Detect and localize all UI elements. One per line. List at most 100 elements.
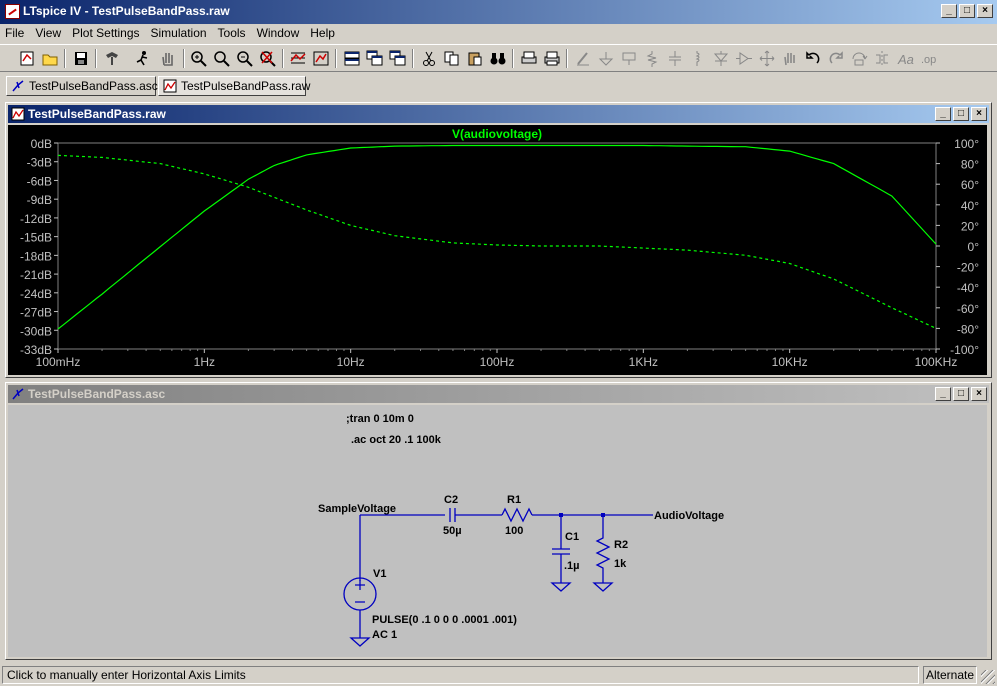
x-tick-label[interactable]: 10Hz (337, 355, 365, 369)
maximize-button[interactable]: □ (959, 4, 975, 18)
zoom-in-icon[interactable] (189, 49, 209, 68)
y-right-tick-label[interactable]: -80° (957, 322, 979, 336)
zoom-out-icon[interactable] (235, 49, 255, 68)
c1-symbol[interactable] (552, 515, 570, 583)
text-icon[interactable]: Aa (895, 49, 915, 68)
open-folder-icon[interactable] (40, 49, 60, 68)
x-tick-label[interactable]: 100Hz (480, 355, 515, 369)
wire-pencil-icon[interactable] (573, 49, 593, 68)
c1-value[interactable]: .1µ (564, 560, 580, 572)
y-left-tick-label[interactable]: 0dB (31, 137, 52, 151)
net-label-samplevoltage[interactable]: SampleVoltage (318, 503, 396, 515)
x-tick-label[interactable]: 10KHz (772, 355, 808, 369)
y-right-tick-label[interactable]: 80° (961, 158, 979, 172)
schematic-minimize-button[interactable]: _ (935, 387, 951, 401)
r2-ref[interactable]: R2 (614, 539, 628, 551)
ground-icon[interactable] (596, 49, 616, 68)
v1-value[interactable]: PULSE(0 .1 0 0 0 .0001 .001) (372, 614, 517, 626)
y-left-tick-label[interactable]: -18dB (20, 249, 52, 263)
undo-icon[interactable] (803, 49, 823, 68)
y-right-tick-label[interactable]: 0° (968, 240, 980, 254)
menu-file[interactable]: File (0, 24, 30, 42)
r1-value[interactable]: 100 (505, 525, 523, 537)
v1-ac[interactable]: AC 1 (372, 629, 397, 641)
drag-axis-icon[interactable] (311, 49, 331, 68)
menu-view[interactable]: View (30, 24, 67, 42)
menu-window[interactable]: Window (252, 24, 306, 42)
copy-icon[interactable] (442, 49, 462, 68)
label-net-icon[interactable] (619, 49, 639, 68)
tile-horizontal-icon[interactable] (342, 49, 362, 68)
cascade-icon[interactable] (365, 49, 385, 68)
y-right-tick-label[interactable]: -20° (957, 261, 979, 275)
y-right-tick-label[interactable]: 60° (961, 178, 979, 192)
r1-symbol[interactable] (501, 507, 533, 523)
x-tick-label[interactable]: 1KHz (629, 355, 658, 369)
y-right-tick-label[interactable]: -40° (957, 281, 979, 295)
halt-hand-icon[interactable] (158, 49, 178, 68)
resistor-icon[interactable] (642, 49, 662, 68)
zoom-fit-icon[interactable] (258, 49, 278, 68)
y-left-tick-label[interactable]: -21dB (20, 268, 52, 282)
schematic-window-titlebar[interactable]: TestPulseBandPass.asc _ □ × (8, 385, 989, 403)
cut-scissors-icon[interactable] (419, 49, 439, 68)
menu-tools[interactable]: Tools (213, 24, 252, 42)
y-right-tick-label[interactable]: 100° (954, 137, 979, 151)
schematic-canvas[interactable]: ;tran 0 10m 0 .ac oct 20 .1 100k SampleV… (8, 405, 987, 657)
menu-simulation[interactable]: Simulation (146, 24, 213, 42)
waveform-plot-pane[interactable]: V(audiovoltage) 0dB -3dB -6dB -9dB -12dB -15d… (8, 125, 987, 375)
schematic-close-button[interactable]: × (971, 387, 987, 401)
y-left-tick-label[interactable]: -3dB (27, 156, 52, 170)
y-left-tick-label[interactable]: -6dB (27, 174, 52, 188)
waveform-maximize-button[interactable]: □ (953, 107, 969, 121)
trace-label-vaudiovoltage[interactable]: V(audiovoltage) (452, 127, 542, 141)
r1-ref[interactable]: R1 (507, 494, 521, 506)
close-button[interactable]: × (977, 4, 993, 18)
rotate-icon[interactable] (849, 49, 869, 68)
waveform-minimize-button[interactable]: _ (935, 107, 951, 121)
phase-trace[interactable] (57, 154, 937, 329)
y-right-tick-label[interactable]: -60° (957, 302, 979, 316)
mirror-icon[interactable] (872, 49, 892, 68)
window-titlebar[interactable]: LTspice IV - TestPulseBandPass.raw _ □ × (0, 0, 997, 24)
print-icon[interactable] (542, 49, 562, 68)
print-preview-icon[interactable] (519, 49, 539, 68)
y-left-tick-label[interactable]: -27dB (20, 306, 52, 320)
c2-symbol[interactable] (449, 508, 456, 522)
diode-icon[interactable] (711, 49, 731, 68)
run-icon[interactable] (133, 49, 153, 68)
menu-plot-settings[interactable]: Plot Settings (67, 24, 145, 42)
move-icon[interactable] (757, 49, 777, 68)
tran-directive[interactable]: ;tran 0 10m 0 (346, 413, 414, 425)
control-panel-icon[interactable] (102, 49, 122, 68)
tile-vertical-icon[interactable] (388, 49, 408, 68)
x-tick-label[interactable]: 100mHz (36, 355, 81, 369)
schematic-drawing[interactable]: ;tran 0 10m 0 .ac oct 20 .1 100k SampleV… (8, 405, 987, 657)
magnitude-trace[interactable] (57, 144, 937, 330)
resize-grip-icon[interactable] (981, 670, 995, 684)
v1-ref[interactable]: V1 (373, 568, 386, 580)
autorange-icon[interactable] (288, 49, 308, 68)
waveform-close-button[interactable]: × (971, 107, 987, 121)
component-icon[interactable] (734, 49, 754, 68)
spice-directive-icon[interactable]: .op (918, 49, 938, 68)
c2-ref[interactable]: C2 (444, 494, 458, 506)
y-left-tick-label[interactable]: -9dB (27, 193, 52, 207)
inductor-icon[interactable] (688, 49, 708, 68)
y-left-tick-label[interactable]: -15dB (20, 231, 52, 245)
tab-schematic[interactable]: TestPulseBandPass.asc (6, 76, 158, 96)
c2-value[interactable]: 50µ (443, 525, 462, 537)
new-schematic-icon[interactable] (17, 49, 37, 68)
y-left-tick-label[interactable]: -24dB (20, 287, 52, 301)
y-right-tick-label[interactable]: 20° (961, 219, 979, 233)
drag-hand-icon[interactable] (780, 49, 800, 68)
r2-symbol[interactable] (595, 515, 611, 583)
capacitor-icon[interactable] (665, 49, 685, 68)
x-tick-label[interactable]: 1Hz (194, 355, 215, 369)
y-left-tick-label[interactable]: -30dB (20, 324, 52, 338)
menu-help[interactable]: Help (305, 24, 341, 42)
minimize-button[interactable]: _ (941, 4, 957, 18)
pan-icon[interactable] (212, 49, 232, 68)
x-tick-label[interactable]: 100KHz (915, 355, 958, 369)
ac-directive[interactable]: .ac oct 20 .1 100k (351, 434, 442, 446)
